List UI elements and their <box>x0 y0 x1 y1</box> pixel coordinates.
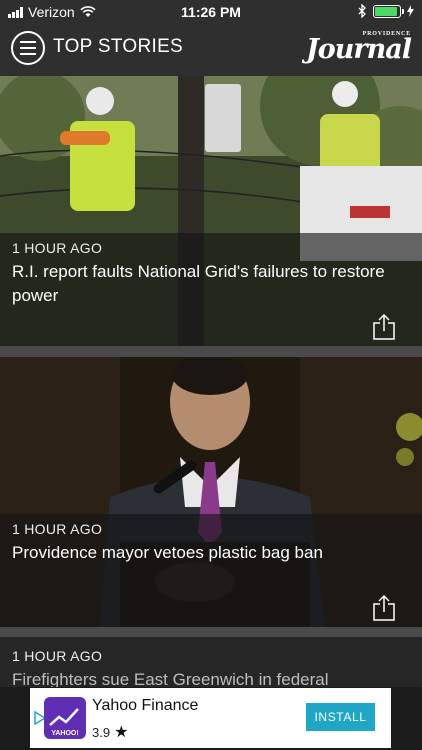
share-icon[interactable] <box>372 314 396 340</box>
divider <box>0 627 422 637</box>
story-card-3[interactable]: 1 HOUR AGO Firefighters sue East Greenwi… <box>0 637 422 687</box>
story-time: 1 HOUR AGO <box>12 648 103 664</box>
story-headline[interactable]: R.I. report faults National Grid's failu… <box>12 260 402 308</box>
yahoo-finance-app-icon[interactable]: YAHOO! <box>44 697 86 739</box>
story-card-1[interactable]: 1 HOUR AGO R.I. report faults National G… <box>0 76 422 346</box>
ad-app-name: Yahoo Finance <box>92 697 199 714</box>
story-time: 1 HOUR AGO <box>12 521 103 537</box>
battery-icon <box>373 4 404 18</box>
install-button[interactable]: INSTALL <box>306 703 375 731</box>
star-icon: ★ <box>114 724 129 741</box>
story-headline[interactable]: Firefighters sue East Greenwich in feder… <box>12 668 402 687</box>
ad-icon-label: YAHOO! <box>51 730 78 737</box>
ad-content[interactable]: YAHOO! Yahoo Finance 3.9 ★ INSTALL <box>30 688 391 748</box>
ad-rating: 3.9 ★ <box>92 722 128 742</box>
share-icon[interactable] <box>372 595 396 621</box>
logo-main-text: Journal <box>305 34 412 65</box>
ad-banner: YAHOO! Yahoo Finance 3.9 ★ INSTALL <box>0 687 422 750</box>
divider <box>0 346 422 357</box>
nav-bar: TOP STORIES PROVIDENCE Journal <box>0 24 422 76</box>
battery-fill <box>375 6 397 16</box>
bluetooth-icon <box>358 4 366 18</box>
status-right <box>358 4 414 18</box>
status-bar: Verizon 11:26 PM <box>0 0 422 24</box>
menu-button[interactable] <box>11 31 45 65</box>
story-headline[interactable]: Providence mayor vetoes plastic bag ban <box>12 541 402 565</box>
charging-icon <box>407 5 414 17</box>
page-title: TOP STORIES <box>53 36 184 57</box>
story-time: 1 HOUR AGO <box>12 240 103 256</box>
ad-rating-value: 3.9 <box>92 725 111 740</box>
chart-line-icon: YAHOO! <box>49 708 79 737</box>
story-card-2[interactable]: 1 HOUR AGO Providence mayor vetoes plast… <box>0 357 422 627</box>
providence-journal-logo[interactable]: PROVIDENCE Journal <box>306 30 412 65</box>
menu-icon <box>20 41 36 43</box>
